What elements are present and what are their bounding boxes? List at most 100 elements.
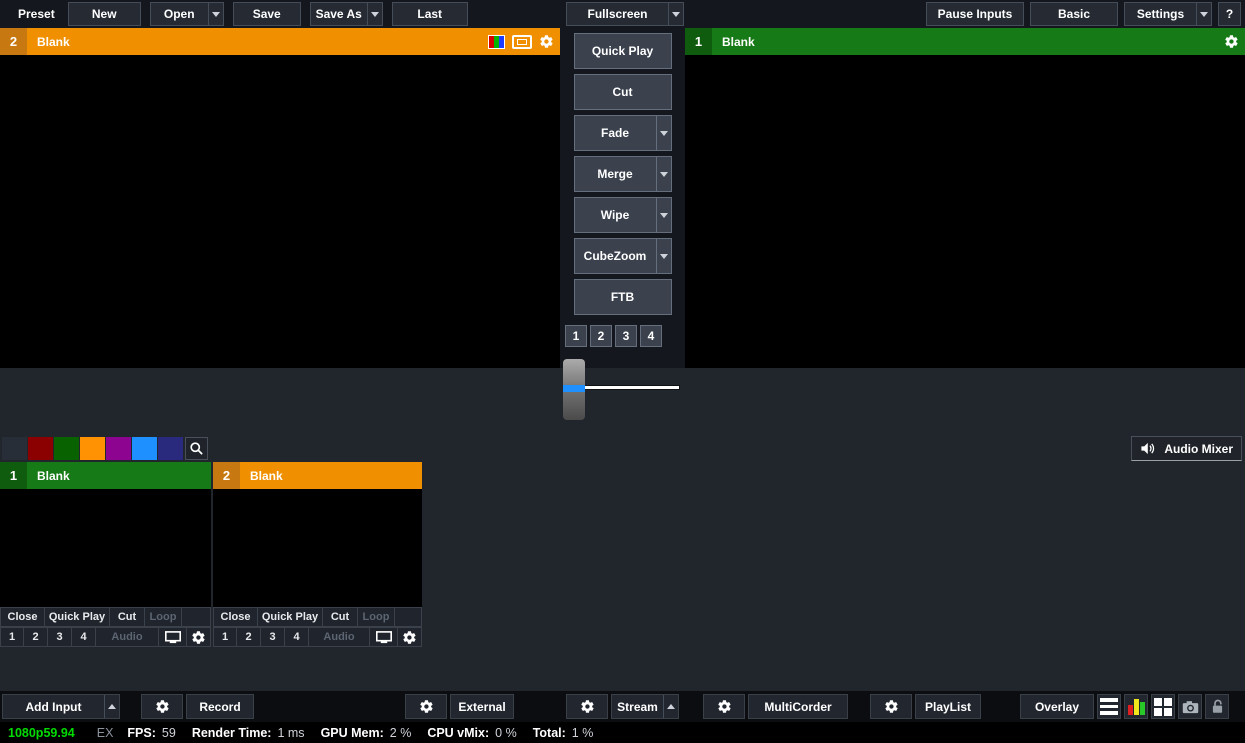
record-button[interactable]: Record xyxy=(186,694,254,719)
basic-button[interactable]: Basic xyxy=(1030,2,1118,26)
stream-dropdown[interactable] xyxy=(663,695,678,718)
settings-button[interactable]: Settings xyxy=(1124,2,1212,26)
fullscreen-output-button[interactable] xyxy=(370,627,398,647)
program-window: 1 Blank xyxy=(685,28,1245,368)
search-button[interactable] xyxy=(185,437,208,460)
last-button[interactable]: Last xyxy=(391,2,468,26)
lock-button[interactable] xyxy=(1205,694,1229,719)
multiview-button[interactable] xyxy=(1151,694,1175,719)
overlay-1-button[interactable]: 1 xyxy=(213,627,237,647)
quick-play-button[interactable]: Quick Play xyxy=(258,607,323,627)
pause-inputs-button[interactable]: Pause Inputs xyxy=(926,2,1024,26)
stream-button[interactable]: Stream xyxy=(611,694,679,719)
wipe-button[interactable]: Wipe xyxy=(573,197,672,233)
color-filter-blue[interactable] xyxy=(132,437,157,460)
fade-dropdown[interactable] xyxy=(655,116,671,150)
color-filter-purple[interactable] xyxy=(106,437,131,460)
playlist-settings-button[interactable] xyxy=(870,694,912,719)
multicorder-button[interactable]: MultiCorder xyxy=(748,694,848,719)
help-button[interactable]: ? xyxy=(1218,2,1241,26)
stream-settings-button[interactable] xyxy=(566,694,608,719)
cpu-vmix-label: CPU vMix: xyxy=(427,725,490,740)
save-button[interactable]: Save xyxy=(232,2,301,26)
playlist-button[interactable]: PlayList xyxy=(915,694,981,719)
tbar-track[interactable] xyxy=(583,385,680,390)
audio-button[interactable]: Audio xyxy=(96,627,159,647)
fullscreen-dropdown[interactable] xyxy=(668,3,683,25)
fullscreen-output-button[interactable] xyxy=(159,627,187,647)
gear-icon[interactable] xyxy=(1224,34,1239,49)
input-settings-button[interactable] xyxy=(398,627,422,647)
input-2-number: 2 xyxy=(213,462,240,489)
open-button[interactable]: Open xyxy=(149,2,224,26)
stinger-2-button[interactable]: 2 xyxy=(590,325,612,347)
fullscreen-button[interactable]: Fullscreen xyxy=(566,2,684,26)
stinger-1-button[interactable]: 1 xyxy=(565,325,587,347)
tbar-handle[interactable] xyxy=(563,359,585,420)
audio-button[interactable]: Audio xyxy=(309,627,370,647)
overlay-4-button[interactable]: 4 xyxy=(285,627,309,647)
chevron-down-icon xyxy=(659,212,668,218)
input-settings-button[interactable] xyxy=(187,627,211,647)
overlay-2-button[interactable]: 2 xyxy=(237,627,261,647)
record-settings-button[interactable] xyxy=(141,694,183,719)
overlay-3-button[interactable]: 3 xyxy=(48,627,72,647)
external-button[interactable]: External xyxy=(450,694,514,719)
loop-button[interactable]: Loop xyxy=(145,607,182,627)
audio-mixer-button[interactable]: Audio Mixer xyxy=(1131,436,1242,461)
gear-icon[interactable] xyxy=(539,34,554,49)
save-as-dropdown[interactable] xyxy=(366,3,382,25)
merge-button[interactable]: Merge xyxy=(573,156,672,192)
quick-play-button[interactable]: Quick Play xyxy=(45,607,110,627)
settings-dropdown[interactable] xyxy=(1196,3,1211,25)
open-dropdown[interactable] xyxy=(207,3,223,25)
fullscreen-monitor-icon[interactable] xyxy=(512,34,532,49)
input-2-thumbnail[interactable] xyxy=(213,489,422,607)
overlay-1-button[interactable]: 1 xyxy=(0,627,24,647)
snapshot-button[interactable] xyxy=(1178,694,1202,719)
new-button[interactable]: New xyxy=(67,2,141,26)
quick-play-button[interactable]: Quick Play xyxy=(573,33,672,69)
shortcuts-button[interactable] xyxy=(1097,694,1121,719)
external-settings-button[interactable] xyxy=(405,694,447,719)
add-input-button[interactable]: Add Input xyxy=(2,694,120,719)
preview-window: 2 Blank xyxy=(0,28,560,368)
color-filter-orange[interactable] xyxy=(80,437,105,460)
stinger-3-button[interactable]: 3 xyxy=(615,325,637,347)
cut-button[interactable]: Cut xyxy=(323,607,358,627)
input-1-thumbnail[interactable] xyxy=(0,489,211,607)
cut-button[interactable]: Cut xyxy=(573,74,672,110)
color-filter-green[interactable] xyxy=(54,437,79,460)
input-2-header[interactable]: 2 Blank xyxy=(213,462,422,489)
multicorder-settings-button[interactable] xyxy=(703,694,745,719)
save-as-button[interactable]: Save As xyxy=(309,2,383,26)
input-card-2: 2 Blank Close Quick Play Cut Loop 1 2 3 … xyxy=(213,462,422,647)
preset-label: Preset xyxy=(18,7,55,21)
add-input-dropdown[interactable] xyxy=(104,695,119,718)
cubezoom-dropdown[interactable] xyxy=(655,239,671,273)
overlay-button[interactable]: Overlay xyxy=(1020,694,1094,719)
program-video-area[interactable] xyxy=(685,55,1245,368)
loop-button[interactable]: Loop xyxy=(358,607,395,627)
fade-button[interactable]: Fade xyxy=(573,115,672,151)
color-filter-none[interactable] xyxy=(2,437,27,460)
overlay-2-button[interactable]: 2 xyxy=(24,627,48,647)
ftb-button[interactable]: FTB xyxy=(573,279,672,315)
cubezoom-button[interactable]: CubeZoom xyxy=(573,238,672,274)
cut-button[interactable]: Cut xyxy=(110,607,145,627)
overlay-3-button[interactable]: 3 xyxy=(261,627,285,647)
colorbars-icon[interactable] xyxy=(488,34,505,49)
overlay-4-button[interactable]: 4 xyxy=(72,627,96,647)
stinger-4-button[interactable]: 4 xyxy=(640,325,662,347)
wipe-dropdown[interactable] xyxy=(655,198,671,232)
performance-button[interactable] xyxy=(1124,694,1148,719)
search-icon xyxy=(190,442,203,455)
input-2-overlay-row: 1 2 3 4 Audio xyxy=(213,627,422,647)
close-button[interactable]: Close xyxy=(213,607,258,627)
color-filter-navy[interactable] xyxy=(158,437,183,460)
merge-dropdown[interactable] xyxy=(655,157,671,191)
preview-video-area[interactable] xyxy=(0,55,560,368)
input-1-header[interactable]: 1 Blank xyxy=(0,462,211,489)
color-filter-red[interactable] xyxy=(28,437,53,460)
close-button[interactable]: Close xyxy=(0,607,45,627)
